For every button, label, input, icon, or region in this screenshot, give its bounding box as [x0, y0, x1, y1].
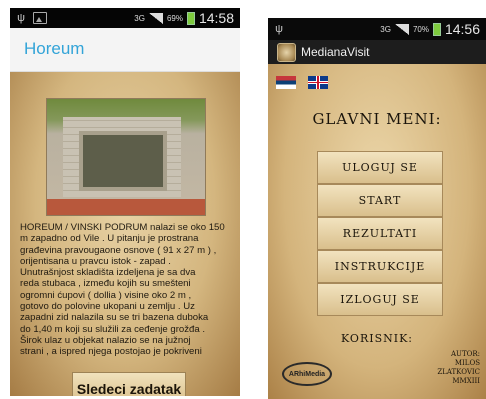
network-type: 3G	[134, 13, 145, 23]
description-line: građevina pravougaone osnove ( 91 x 27 m…	[20, 244, 217, 256]
main-menu-screen: ψ 3G 70% 14:56 MedianaVisit GLAVNI MENI:…	[268, 18, 486, 399]
horeum-photo	[46, 98, 206, 216]
parchment-content[interactable]: HOREUM / VINSKI PODRUM nalazi se oko 150…	[10, 72, 240, 396]
page-title: Horeum	[24, 39, 85, 58]
app-bar: MedianaVisit	[268, 40, 486, 64]
description-line: Širok ulaz u objekat nalazio se na južno…	[20, 334, 191, 346]
description-line: gotovo do polovine ukopani u zemlju . Uz	[20, 301, 195, 313]
action-bar: Horeum	[10, 28, 240, 72]
next-task-button[interactable]: Sledeci zadatak	[72, 372, 186, 396]
description-line: m zapadno od Vile . U pitanju je prostra…	[20, 233, 199, 245]
description-line: zapadni zid nalazila su se tri bazena du…	[20, 312, 209, 324]
clock: 14:56	[444, 21, 480, 37]
description-line: reda stubaca , između kojih su smešteni	[20, 278, 191, 290]
signal-icon	[148, 12, 163, 24]
app-title: MedianaVisit	[301, 45, 370, 59]
signal-icon	[394, 23, 409, 35]
description-line: Unutrašnjost skladišta izdeljena je sa d…	[20, 267, 196, 279]
instructions-button[interactable]: INSTRUKCIJE	[317, 250, 443, 283]
network-type: 3G	[380, 24, 391, 34]
status-bar: ψ 3G 70% 14:56	[268, 18, 486, 40]
app-logo-icon[interactable]	[277, 42, 296, 62]
description-line: strani , a ispred njega postojao je pokr…	[20, 346, 202, 358]
description-text: HOREUM / VINSKI PODRUM nalazi se oko 150…	[20, 222, 232, 359]
description-line: ogromni ćupovi ( dollia ) visine oko 2 m…	[20, 289, 192, 301]
results-button[interactable]: REZULTATI	[317, 217, 443, 250]
login-button[interactable]: ULOGUJ SE	[317, 151, 443, 184]
battery-icon	[432, 22, 441, 36]
battery-percent: 70%	[412, 24, 429, 34]
image-notification-icon	[33, 12, 47, 24]
description-line: orijentisana u pravcu istok - zapad .	[20, 255, 171, 267]
clock: 14:58	[198, 10, 234, 26]
usb-icon: ψ	[17, 12, 25, 24]
usb-icon: ψ	[275, 23, 283, 35]
ruin-pit	[79, 131, 167, 191]
user-label: KORISNIK:	[341, 332, 413, 345]
horeum-screen: ψ 3G 69% 14:58 Horeum HOREUM / VINSKI PO…	[10, 8, 240, 396]
serbian-flag-icon[interactable]	[276, 76, 296, 89]
status-bar: ψ 3G 69% 14:58	[10, 8, 240, 28]
description-line: do 1,40 m koji su služili za ceđenje gro…	[20, 323, 206, 335]
start-button[interactable]: START	[317, 184, 443, 217]
author-line: MMXIII	[452, 377, 480, 385]
battery-percent: 69%	[166, 13, 183, 23]
brick-ground	[47, 199, 205, 215]
author-credit: AUTOR: MILOS ZLATKOVIC MMXIII	[420, 350, 480, 386]
arhimedia-logo: ARhiMedia	[282, 362, 332, 386]
battery-icon	[186, 11, 195, 25]
main-menu-title: GLAVNI MENI:	[312, 110, 442, 128]
author-line: MILOS	[454, 359, 480, 367]
uk-flag-icon[interactable]	[308, 76, 328, 89]
logout-button[interactable]: IZLOGUJ SE	[317, 283, 443, 316]
author-line: AUTOR:	[451, 350, 480, 358]
description-line: HOREUM / VINSKI PODRUM nalazi se oko 150	[20, 222, 225, 233]
author-line: ZLATKOVIC	[437, 368, 480, 376]
